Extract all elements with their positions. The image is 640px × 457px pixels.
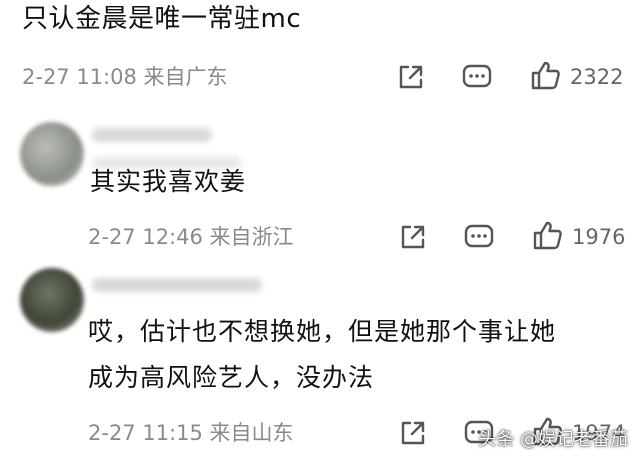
comment-meta: 2-27 12:46 来自浙江 bbox=[88, 225, 294, 249]
comment-text-line-1: 哎，估计也不想换她，但是她那个事让她 bbox=[88, 317, 557, 346]
avatar[interactable] bbox=[20, 122, 84, 186]
comment-meta: 2-27 11:08 来自广东 bbox=[22, 65, 228, 89]
like-count: 2322 bbox=[570, 65, 624, 89]
share-icon[interactable] bbox=[396, 220, 430, 254]
like-icon[interactable] bbox=[530, 218, 564, 252]
comment-text: 其实我喜欢姜 bbox=[90, 167, 247, 196]
username[interactable] bbox=[92, 128, 212, 142]
comment-icon[interactable] bbox=[462, 220, 496, 254]
comment-text-line-2: 成为高风险艺人，没办法 bbox=[88, 363, 375, 392]
like-count: 1976 bbox=[572, 225, 626, 249]
share-icon[interactable] bbox=[396, 416, 430, 450]
username[interactable] bbox=[92, 278, 262, 292]
avatar[interactable] bbox=[20, 268, 84, 332]
comment-meta: 2-27 11:15 来自山东 bbox=[88, 421, 294, 445]
comment-icon[interactable] bbox=[460, 60, 494, 94]
like-icon[interactable] bbox=[528, 58, 562, 92]
share-icon[interactable] bbox=[394, 60, 428, 94]
watermark: 头条 @娱记老番茄 bbox=[478, 429, 628, 450]
comment-text: 只认金晨是唯一常驻mc bbox=[22, 4, 302, 34]
